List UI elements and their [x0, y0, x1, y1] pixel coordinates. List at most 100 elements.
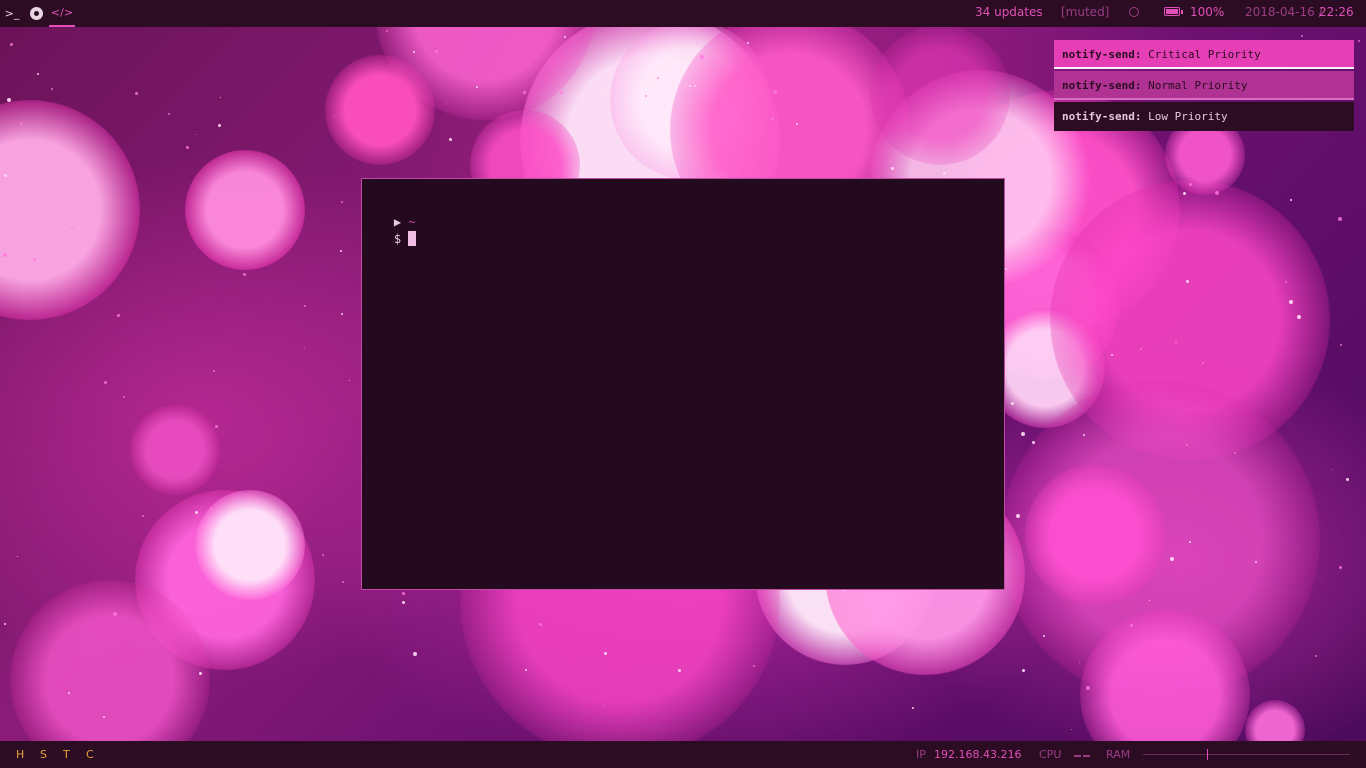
wallpaper-sparkle	[763, 111, 765, 113]
wallpaper-sparkle	[334, 116, 335, 117]
workspace-letter-c[interactable]: C	[86, 741, 94, 768]
wallpaper-sparkle	[1170, 557, 1174, 561]
bottom-status-bar: H S T C IP 192.168.43.216 CPU RAM	[0, 741, 1366, 768]
wallpaper-sparkle	[657, 77, 659, 79]
terminal-input-line[interactable]: $	[365, 214, 417, 246]
wallpaper-sparkle	[1111, 354, 1113, 356]
wallpaper-sparkle	[51, 88, 53, 90]
wallpaper-sparkle	[103, 716, 105, 718]
wallpaper-sparkle	[689, 85, 691, 87]
wallpaper-sparkle	[1202, 362, 1204, 364]
clock-icon	[1129, 0, 1139, 27]
wallpaper-sparkle	[446, 102, 447, 103]
notification-source: notify-send:	[1062, 48, 1142, 61]
wallpaper-sparkle	[33, 258, 36, 261]
wallpaper-sparkle	[943, 172, 946, 175]
wallpaper-sparkle	[1079, 662, 1080, 663]
notification-source: notify-send:	[1062, 79, 1142, 92]
terminal-path-line: ▶ ~	[365, 197, 416, 229]
wallpaper-sparkle	[1315, 655, 1317, 657]
wallpaper-sparkle	[195, 511, 198, 514]
wallpaper-sparkle	[341, 201, 343, 203]
wallpaper-sparkle	[3, 253, 7, 257]
wallpaper-bokeh	[1000, 380, 1320, 700]
wallpaper-sparkle	[1011, 402, 1014, 405]
wallpaper-sparkle	[1338, 217, 1342, 221]
wallpaper-sparkle	[1005, 268, 1007, 270]
notification-critical[interactable]: notify-send: Critical Priority	[1054, 40, 1354, 69]
wallpaper-sparkle	[773, 90, 777, 94]
notification-low[interactable]: notify-send: Low Priority	[1054, 102, 1354, 131]
wallpaper-sparkle	[142, 515, 144, 517]
wallpaper-sparkle	[1175, 341, 1177, 343]
workspace-letter-s[interactable]: S	[40, 741, 47, 768]
wallpaper-sparkle	[243, 273, 246, 276]
wallpaper-sparkle	[604, 704, 605, 705]
wallpaper-sparkle	[891, 167, 894, 170]
chrome-icon	[29, 7, 43, 20]
wallpaper-sparkle	[1086, 686, 1090, 690]
wallpaper-sparkle	[1071, 729, 1072, 730]
wallpaper-bokeh	[195, 490, 305, 600]
wallpaper-bokeh	[870, 25, 1010, 165]
wallpaper-bokeh	[1025, 465, 1165, 605]
wallpaper-sparkle	[796, 123, 798, 125]
notification-message: Normal Priority	[1148, 79, 1248, 92]
wallpaper-bokeh	[135, 490, 315, 670]
cpu-gauge-bar	[1083, 755, 1090, 757]
volume-indicator[interactable]: [muted]	[1061, 0, 1109, 27]
wallpaper-sparkle	[135, 92, 138, 95]
wallpaper-sparkle	[1189, 183, 1192, 186]
wallpaper-sparkle	[213, 370, 215, 372]
wallpaper-bokeh	[1050, 180, 1330, 460]
wallpaper-sparkle	[402, 592, 405, 595]
wallpaper-sparkle	[1016, 514, 1020, 518]
wallpaper-sparkle	[1186, 280, 1189, 283]
wallpaper-sparkle	[1290, 199, 1292, 201]
wallpaper-sparkle	[1186, 444, 1188, 446]
wallpaper-sparkle	[604, 652, 607, 655]
wallpaper-sparkle	[413, 51, 415, 53]
workspace-terminal-button[interactable]: >_	[0, 0, 24, 27]
wallpaper-sparkle	[1032, 441, 1035, 444]
wallpaper-sparkle	[341, 313, 343, 315]
wallpaper-sparkle	[123, 396, 125, 398]
wallpaper-sparkle	[210, 507, 213, 510]
wallpaper-sparkle	[196, 134, 197, 135]
wallpaper-sparkle	[600, 93, 603, 96]
wallpaper-sparkle	[7, 98, 11, 102]
wallpaper-sparkle	[1021, 432, 1025, 436]
wallpaper-sparkle	[1183, 192, 1186, 195]
wallpaper-sparkle	[10, 43, 13, 46]
wallpaper-sparkle	[218, 124, 221, 127]
wallpaper-sparkle	[413, 652, 417, 656]
notification-message: Critical Priority	[1148, 48, 1261, 61]
wallpaper-sparkle	[20, 122, 23, 125]
wallpaper-sparkle	[228, 224, 229, 225]
notification-normal[interactable]: notify-send: Normal Priority	[1054, 71, 1354, 100]
wallpaper-sparkle	[1331, 469, 1332, 470]
wallpaper-sparkle	[857, 95, 859, 97]
wallpaper-sparkle	[1346, 478, 1349, 481]
notification-source: notify-send:	[1062, 110, 1142, 123]
wallpaper-sparkle	[168, 113, 170, 115]
terminal-window[interactable]: ▶ ~ $	[361, 178, 1005, 590]
battery-icon	[1164, 7, 1183, 16]
wallpaper-sparkle	[104, 381, 107, 384]
top-status-bar: >_ </> 34 updates [muted] 100% 2018-04-1…	[0, 0, 1366, 27]
wallpaper-bokeh	[610, 20, 770, 180]
terminal-icon: >_	[4, 7, 20, 20]
workspace-browser-button[interactable]	[25, 0, 47, 27]
wallpaper-sparkle	[476, 86, 478, 88]
wallpaper-bokeh	[325, 55, 435, 165]
workspace-code-button[interactable]: </>	[49, 0, 75, 27]
wallpaper-sparkle	[304, 348, 305, 349]
wallpaper-sparkle	[386, 30, 388, 32]
updates-indicator[interactable]: 34 updates	[975, 0, 1043, 27]
wallpaper-sparkle	[1297, 315, 1301, 319]
workspace-letter-h[interactable]: H	[16, 741, 24, 768]
workspace-letter-t[interactable]: T	[63, 741, 70, 768]
wallpaper-sparkle	[525, 669, 527, 671]
prompt-symbol: $	[393, 232, 402, 246]
wallpaper-sparkle	[215, 425, 218, 428]
